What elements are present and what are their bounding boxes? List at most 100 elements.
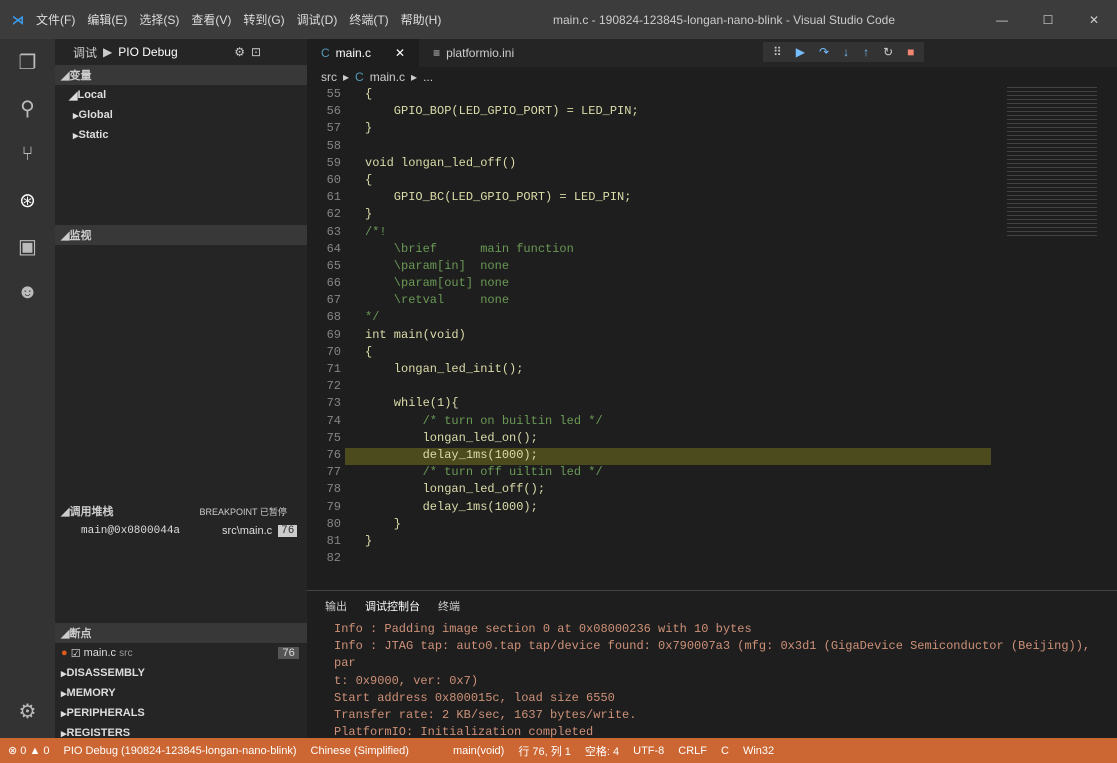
status-item[interactable]: ⊗ 0 ▲ 0: [8, 744, 50, 757]
status-item[interactable]: main(void): [453, 745, 504, 757]
code-line: 59 void longan_led_off(): [326, 155, 517, 170]
menu-item[interactable]: 帮助(H): [401, 13, 442, 27]
peripherals-section[interactable]: ▸ PERIPHERALS: [55, 703, 307, 723]
code-line: 82: [326, 551, 341, 566]
drag-icon[interactable]: ⠿: [773, 45, 782, 59]
code-line: 57}: [326, 121, 373, 136]
code-line: 71 longan_led_init();: [326, 362, 524, 376]
callstack-header[interactable]: ◢ 调用堆栈 BREAKPOINT 已暂停: [55, 501, 307, 521]
status-item[interactable]: Win32: [743, 745, 774, 757]
debug-icon[interactable]: ⊛: [0, 177, 55, 223]
minimap[interactable]: [1007, 87, 1097, 237]
code-line: 70{: [326, 344, 373, 359]
menu-item[interactable]: 文件(F): [36, 13, 75, 27]
minimize-icon[interactable]: —: [979, 0, 1025, 39]
status-item[interactable]: C: [721, 745, 729, 757]
tab-platformio-ini[interactable]: ≡ platformio.ini: [419, 39, 528, 67]
code-line: 74 /* turn on builtin led */: [326, 413, 603, 428]
status-item[interactable]: Chinese (Simplified): [311, 745, 409, 757]
restart-icon[interactable]: ↻: [883, 45, 893, 59]
code-line: 78 longan_led_off();: [326, 482, 546, 497]
step-out-icon[interactable]: ↑: [863, 45, 869, 59]
maximize-icon[interactable]: ☐: [1025, 0, 1071, 39]
vscode-logo-icon: ⋊: [12, 12, 24, 27]
code-line: 81}: [326, 533, 373, 548]
code-line: 69 int main(void): [326, 327, 466, 342]
step-into-icon[interactable]: ↓: [843, 45, 849, 59]
console-line: Info : JTAG tap: auto0.tap tap/device fo…: [334, 639, 1091, 671]
code-area[interactable]: 55{ 56 GPIO_BOP(LED_GPIO_PORT) = LED_PIN;…: [307, 87, 1117, 568]
menu-item[interactable]: 调试(D): [297, 13, 338, 27]
code-line: 77 /* turn off uiltin led */: [326, 465, 603, 480]
extensions-icon[interactable]: ▣: [0, 223, 55, 269]
console-line: Info : Padding image section 0 at 0x0800…: [334, 622, 752, 636]
stop-icon[interactable]: ■: [907, 45, 914, 59]
code-line: 62}: [326, 207, 373, 222]
code-line: 79 delay_1ms(1000);: [326, 499, 538, 514]
status-bar: ⊗ 0 ▲ 0 PIO Debug (190824-123845-longan-n…: [0, 738, 1117, 763]
code-line: 65 \param[in] none: [326, 258, 510, 273]
debug-sidebar: 调试 ▶ PIO Debug ⚙ ⊡ ◢ 变量 ◢ Local ▸ Global ▸ S…: [55, 39, 307, 740]
variables-header[interactable]: ◢ 变量: [55, 65, 307, 85]
code-line: 56 GPIO_BOP(LED_GPIO_PORT) = LED_PIN;: [326, 104, 639, 119]
source-control-icon[interactable]: ⑂: [0, 131, 55, 177]
search-icon[interactable]: ⚲: [0, 85, 55, 131]
code-line: 55{: [326, 87, 373, 101]
breakpoints-header[interactable]: ◢ 断点: [55, 623, 307, 643]
debug-toolbar: ⠿ ▶ ↷ ↓ ↑ ↻ ■: [763, 42, 925, 62]
activity-bar: ❐ ⚲ ⑂ ⊛ ▣ ☻ ⚙: [0, 39, 55, 738]
var-static[interactable]: ▸ Static: [55, 125, 307, 145]
menu-bar: 文件(F) 编辑(E) 选择(S) 查看(V) 转到(G) 调试(D) 终端(T) 帮助(H): [36, 11, 453, 28]
code-line: 63/*!: [326, 224, 387, 239]
code-line: 76 delay_1ms(1000);: [307, 447, 1117, 466]
code-line: 64 \brief main function: [326, 241, 574, 256]
title-bar: ⋊ 文件(F) 编辑(E) 选择(S) 查看(V) 转到(G) 调试(D) 终端(T) 帮助(…: [0, 0, 1117, 39]
menu-item[interactable]: 编辑(E): [87, 13, 127, 27]
console-line: Start address 0x800015c, load size 6550: [334, 690, 615, 705]
var-global[interactable]: ▸ Global: [55, 105, 307, 125]
watch-header[interactable]: ◢ 监视: [55, 225, 307, 245]
bottom-panel: 输出 调试控制台 终端 Info : Padding image section 0…: [307, 590, 1117, 739]
tab-main-c[interactable]: Cmain.c ✕: [307, 39, 420, 67]
code-line: 58: [326, 138, 341, 153]
menu-item[interactable]: 终端(T): [349, 13, 388, 27]
code-line: 72: [326, 379, 341, 394]
breakpoint-item[interactable]: ● ☑ main.c src 76: [55, 643, 307, 663]
console-line: t: 0x9000, ver: 0x7): [334, 673, 479, 688]
breadcrumb: src ▸ Cmain.c ▸...: [321, 70, 434, 84]
debug-config-select[interactable]: PIO Debug: [118, 45, 228, 59]
start-debug-icon[interactable]: ▶: [103, 45, 112, 59]
memory-section[interactable]: ▸ MEMORY: [55, 683, 307, 703]
editor: Cmain.c ✕ ≡ platformio.ini ⠿ ▶ ↷ ↓ ↑ ↻ ■ src ▸ Cm…: [307, 39, 1117, 590]
tab-debug-console[interactable]: 调试控制台: [365, 598, 420, 614]
menu-item[interactable]: 查看(V): [191, 13, 231, 27]
window-title: main.c - 190824-123845-longan-nano-blink…: [553, 13, 895, 27]
explorer-icon[interactable]: ❐: [0, 39, 55, 85]
tab-output[interactable]: 输出: [325, 598, 347, 614]
code-line: 67 \retval none: [326, 293, 510, 308]
menu-item[interactable]: 选择(S): [139, 13, 179, 27]
continue-icon[interactable]: ▶: [796, 45, 805, 59]
stack-frame[interactable]: main@0x0800044a src\main.c 76: [55, 521, 307, 541]
step-over-icon[interactable]: ↷: [819, 45, 829, 59]
status-item[interactable]: PIO Debug (190824-123845-longan-nano-bli…: [64, 745, 297, 757]
status-item[interactable]: CRLF: [678, 745, 707, 757]
console-line: Transfer rate: 2 KB/sec, 1637 bytes/writ…: [334, 708, 637, 723]
code-line: 68 */: [326, 310, 380, 325]
menu-item[interactable]: 转到(G): [243, 13, 284, 27]
debug-label: 调试: [73, 45, 98, 60]
status-item[interactable]: 行 76, 列 1: [518, 743, 571, 759]
close-icon[interactable]: ✕: [395, 46, 405, 60]
tab-terminal[interactable]: 终端: [438, 598, 460, 614]
platformio-icon[interactable]: ☻: [0, 269, 55, 315]
code-line: 61 GPIO_BC(LED_GPIO_PORT) = LED_PIN;: [326, 190, 632, 205]
close-icon[interactable]: ✕: [1071, 0, 1117, 39]
code-line: 80 }: [326, 516, 402, 531]
status-item[interactable]: UTF-8: [633, 745, 664, 757]
settings-icon[interactable]: ⚙: [0, 688, 55, 734]
disassembly-section[interactable]: ▸ DISASSEMBLY: [55, 663, 307, 683]
gear-icon[interactable]: ⚙: [234, 45, 245, 59]
var-local[interactable]: ◢ Local: [55, 85, 307, 105]
status-item[interactable]: 空格: 4: [585, 743, 619, 759]
terminal-icon[interactable]: ⊡: [251, 45, 261, 59]
